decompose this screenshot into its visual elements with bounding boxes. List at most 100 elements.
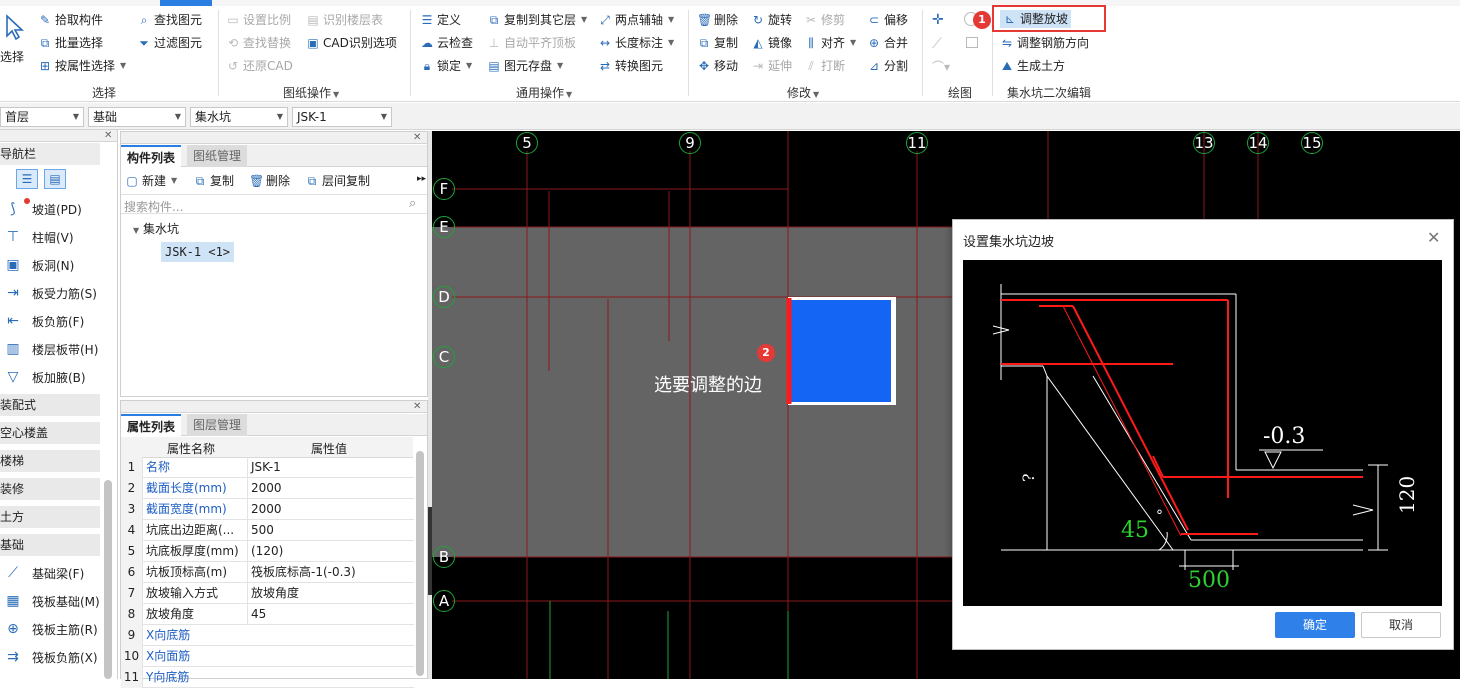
component-search[interactable]: 搜索构件... ⌕	[121, 194, 427, 214]
sump-pit-jsk1[interactable]	[791, 300, 891, 402]
property-value[interactable]: 500	[247, 520, 413, 541]
nav-item[interactable]: ⟋ 基础梁(F)	[0, 560, 104, 586]
delete-button[interactable]: 🗑︎ 删除	[697, 11, 738, 29]
tab-drawing-manage[interactable]: 图纸管理	[187, 145, 248, 167]
nav-category[interactable]: 土方	[0, 506, 100, 528]
property-row[interactable]: 2 截面长度(mm) 2000	[121, 478, 414, 499]
identify-floor-table-button[interactable]: ▤ 识别楼层表	[306, 11, 383, 29]
nav-item[interactable]: ⊕ 筏板主筋(R)	[0, 616, 104, 642]
nav-item[interactable]: ▥ 楼层板带(H)	[0, 336, 104, 362]
align-button[interactable]: ⫼ 对齐 ▼	[804, 34, 856, 52]
tree-root[interactable]: ▼ 集水坑	[133, 220, 179, 237]
search-icon[interactable]: ⌕	[409, 196, 416, 211]
tab-layer-manage[interactable]: 图层管理	[187, 414, 248, 436]
detail-view-icon[interactable]: ▤	[44, 169, 66, 189]
batch-select-button[interactable]: ⧉ 批量选择	[38, 34, 103, 52]
component-select[interactable]: JSK-1 ▼	[292, 107, 392, 127]
nav-item[interactable]: ⇉ 筏板负筋(X)	[0, 644, 104, 670]
split-button[interactable]: ⊿ 分割	[867, 57, 908, 75]
property-value[interactable]: JSK-1	[247, 457, 413, 478]
mirror-button[interactable]: ◭ 镜像	[751, 34, 792, 52]
nav-item[interactable]: ⟆ 坡道(PD)	[0, 196, 104, 222]
offset-button[interactable]: ⊂ 偏移	[867, 11, 908, 29]
break-button[interactable]: ⫽ 打断	[804, 57, 845, 75]
merge-button[interactable]: ⊕ 合并	[867, 34, 908, 52]
floor-select[interactable]: 首层 ▼	[0, 107, 84, 127]
trim-button[interactable]: ✂ 修剪	[804, 11, 845, 29]
property-row[interactable]: 4 坑底出边距离(... 500	[121, 520, 414, 541]
tab-property-list[interactable]: 属性列表	[121, 414, 182, 436]
copy-to-floor-button[interactable]: ⧉ 复制到其它层 ▼	[487, 11, 587, 29]
more-icon[interactable]: ▸▸	[417, 174, 426, 184]
select-big-button[interactable]: 选择	[0, 12, 30, 72]
ribbon-tab-active[interactable]	[160, 0, 212, 6]
adjust-slope-button[interactable]: ⊾ 调整放坡	[1000, 10, 1072, 28]
line-draw-icon[interactable]: ⟋	[932, 36, 942, 52]
define-button[interactable]: ☰ 定义	[420, 11, 461, 29]
search-input[interactable]: 搜索构件...	[124, 198, 183, 215]
select-by-attr-button[interactable]: ⊞ 按属性选择 ▼	[38, 57, 126, 75]
nav-item[interactable]: ⊤ 柱帽(V)	[0, 224, 104, 250]
close-icon[interactable]: ✕	[413, 132, 421, 143]
nav-item[interactable]: ▽ 板加腋(B)	[0, 364, 104, 390]
property-scrollbar[interactable]	[416, 451, 424, 676]
nav-item[interactable]: ⇤ 板负筋(F)	[0, 308, 104, 334]
property-row[interactable]: 10 X向面筋	[121, 646, 414, 667]
property-row[interactable]: 11 Y向底筋	[121, 667, 414, 688]
element-save-button[interactable]: ▤ 图元存盘 ▼	[487, 57, 563, 75]
move-button[interactable]: ✥ 移动	[697, 57, 738, 75]
property-value[interactable]: 筏板底标高-1(-0.3)	[247, 562, 413, 583]
set-scale-button[interactable]: ▭ 设置比例	[226, 11, 291, 29]
tree-expand-icon[interactable]: ▼	[133, 226, 139, 235]
property-row[interactable]: 1 名称 JSK-1	[121, 457, 414, 478]
property-row[interactable]: 6 坑板顶标高(m) 筏板底标高-1(-0.3)	[121, 562, 414, 583]
list-view-icon[interactable]: ☰	[16, 169, 38, 189]
restore-cad-button[interactable]: ↺ 还原CAD	[226, 57, 293, 75]
auto-flush-slab-button[interactable]: ⊥ 自动平齐顶板	[487, 34, 576, 52]
property-value[interactable]: 2000	[247, 499, 413, 520]
property-value[interactable]: 2000	[247, 478, 413, 499]
floor-copy-button[interactable]: ⧉ 层间复制	[305, 172, 370, 190]
point-draw-icon[interactable]: ✛	[932, 12, 944, 28]
copy-button[interactable]: ⧉ 复制	[697, 34, 738, 52]
nav-item[interactable]: ▦ 筏板基础(M)	[0, 588, 104, 614]
find-element-button[interactable]: ⌕ 查找图元	[137, 11, 202, 29]
property-row[interactable]: 8 放坡角度 45	[121, 604, 414, 625]
nav-category[interactable]: 装配式	[0, 394, 100, 416]
type-select[interactable]: 集水坑 ▼	[190, 107, 288, 127]
generate-earthwork-button[interactable]: ⛰ 生成土方	[1000, 57, 1065, 75]
cad-options-button[interactable]: ▣ CAD识别选项	[306, 34, 397, 52]
property-row[interactable]: 7 放坡输入方式 放坡角度	[121, 583, 414, 604]
category-select[interactable]: 基础 ▼	[88, 107, 186, 127]
convert-element-button[interactable]: ⇄ 转换图元	[598, 57, 663, 75]
nav-category[interactable]: 基础	[0, 534, 100, 556]
delete-component-button[interactable]: 🗑︎ 删除	[249, 172, 290, 190]
property-value[interactable]: (120)	[247, 541, 413, 562]
property-row[interactable]: 9 X向底筋	[121, 625, 414, 646]
close-icon[interactable]: ✕	[1427, 228, 1440, 247]
lock-button[interactable]: 🔒︎ 锁定 ▼	[420, 57, 472, 75]
rotate-button[interactable]: ↻ 旋转	[751, 11, 792, 29]
new-component-button[interactable]: ▢ 新建 ▼	[125, 172, 177, 190]
extend-button[interactable]: ⇥ 延伸	[751, 57, 792, 75]
nav-item[interactable]: ▣ 板洞(N)	[0, 252, 104, 278]
nav-item[interactable]: ⇥ 板受力筋(S)	[0, 280, 104, 306]
adjust-rebar-dir-button[interactable]: ⇋ 调整钢筋方向	[1000, 34, 1089, 52]
property-row[interactable]: 3 截面宽度(mm) 2000	[121, 499, 414, 520]
close-icon[interactable]: ✕	[413, 401, 421, 412]
ok-button[interactable]: 确定	[1275, 612, 1355, 638]
nav-category[interactable]: 楼梯	[0, 450, 100, 472]
property-value[interactable]: 放坡角度	[247, 583, 413, 604]
close-icon[interactable]: ✕	[104, 130, 112, 141]
nav-category[interactable]: 装修	[0, 478, 100, 500]
length-dim-button[interactable]: ↔ 长度标注 ▼	[598, 34, 674, 52]
arc-draw-icon[interactable]: ⌒▾	[932, 58, 950, 75]
cloud-check-button[interactable]: ☁ 云检查	[420, 34, 473, 52]
pick-component-button[interactable]: ✎ 拾取构件	[38, 11, 103, 29]
copy-component-button[interactable]: ⧉ 复制	[193, 172, 234, 190]
cancel-button[interactable]: 取消	[1361, 612, 1441, 638]
nav-scrollbar[interactable]	[104, 480, 112, 679]
nav-category[interactable]: 空心楼盖	[0, 422, 100, 444]
tab-component-list[interactable]: 构件列表	[121, 145, 182, 167]
property-row[interactable]: 5 坑底板厚度(mm) (120)	[121, 541, 414, 562]
